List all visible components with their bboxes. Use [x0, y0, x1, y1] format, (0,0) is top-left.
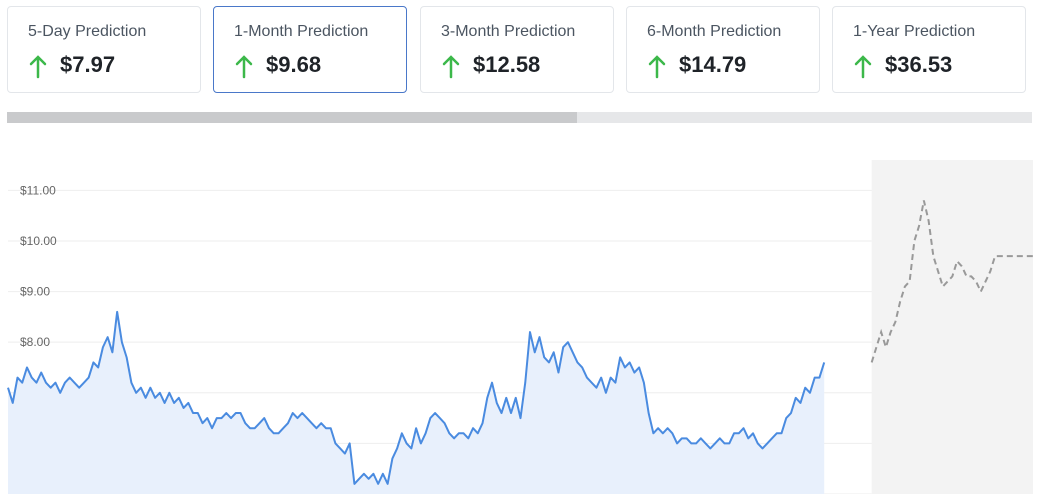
arrow-up-icon [648, 55, 666, 79]
arrow-up-icon [235, 55, 253, 79]
y-tick-label: $9.00 [20, 285, 50, 299]
card-label: 5-Day Prediction [28, 23, 147, 40]
history-area [8, 311, 825, 494]
card-6-month[interactable]: 6-Month Prediction $14.79 [626, 6, 820, 93]
y-tick-label: $11.00 [20, 183, 56, 197]
card-value: $14.79 [679, 52, 747, 77]
card-label: 6-Month Prediction [647, 23, 782, 40]
y-tick-label: $8.00 [20, 335, 50, 349]
card-value: $7.97 [60, 52, 116, 77]
card-value: $9.68 [266, 52, 322, 77]
arrow-up-icon [854, 55, 872, 79]
card-1-year[interactable]: 1-Year Prediction $36.53 [832, 6, 1026, 93]
card-5-day[interactable]: 5-Day Prediction $7.97 [7, 6, 201, 93]
card-label: 1-Year Prediction [853, 23, 976, 40]
price-chart: $11.00$10.00$9.00$8.00$7.00$6.00$5.00 [7, 160, 1033, 494]
card-1-month[interactable]: 1-Month Prediction $9.68 [213, 6, 407, 93]
prediction-cards: 5-Day Prediction $7.97 1-Month Predictio… [7, 6, 1027, 93]
y-tick-label: $10.00 [20, 234, 57, 248]
card-3-month[interactable]: 3-Month Prediction $12.58 [420, 6, 614, 93]
scrollbar-thumb[interactable] [7, 112, 577, 123]
forecast-area [871, 160, 1033, 494]
card-label: 1-Month Prediction [234, 23, 369, 40]
arrow-up-icon [442, 55, 460, 79]
card-value: $12.58 [473, 52, 541, 77]
horizontal-scrollbar[interactable] [7, 112, 1032, 123]
card-value: $36.53 [885, 52, 953, 77]
card-label: 3-Month Prediction [441, 23, 576, 40]
arrow-up-icon [29, 55, 47, 79]
